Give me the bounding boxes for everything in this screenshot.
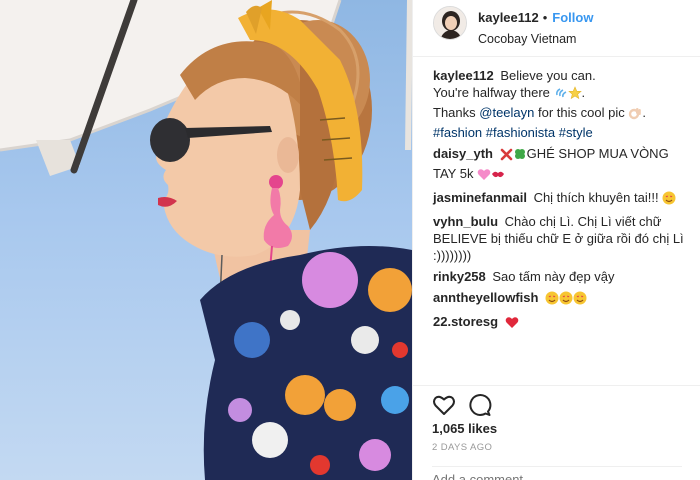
- caption-line-2: You're halfway there: [433, 85, 550, 100]
- caption-author[interactable]: kaylee112: [433, 68, 494, 83]
- comment-item: jasminefanmail Chị thích khuyên tai!!!: [433, 189, 686, 209]
- avatar[interactable]: [433, 6, 467, 40]
- caption-hashtags[interactable]: #fashion #fashionista #style: [433, 125, 593, 140]
- four-leaf-clover-icon: [513, 147, 527, 165]
- heart-eyes-face-icon: [573, 291, 587, 309]
- caption-line-1: Believe you can.: [500, 68, 596, 83]
- photo-illustration: [0, 0, 412, 480]
- likes-count[interactable]: 1,065 likes: [432, 421, 497, 436]
- comment-author[interactable]: vyhn_bulu: [433, 214, 498, 229]
- post-username[interactable]: kaylee112: [478, 10, 539, 25]
- cross-mark-icon: [500, 148, 513, 165]
- star-icon: [567, 86, 582, 104]
- comment-item: 22.storesg: [433, 313, 686, 333]
- caption: kaylee112 Believe you can. You're halfwa…: [433, 68, 646, 140]
- heart-eyes-face-icon: [545, 291, 559, 309]
- post-photo[interactable]: [0, 0, 412, 480]
- comment-item: rinky258 Sao tấm này đẹp vậy: [433, 268, 686, 285]
- follow-button[interactable]: Follow: [552, 10, 593, 25]
- comment-text: Chị thích khuyên tai!!!: [533, 190, 659, 205]
- kiss-mark-icon: [491, 168, 505, 185]
- comment-item: anntheyellowfish: [433, 289, 686, 309]
- like-heart-icon[interactable]: [432, 393, 456, 417]
- comment-author[interactable]: jasminefanmail: [433, 190, 527, 205]
- add-comment-divider: [432, 466, 682, 467]
- red-heart-icon: [505, 316, 519, 333]
- caption-thanks: Thanks: [433, 105, 476, 120]
- caption-mention[interactable]: @teelayn: [479, 105, 534, 120]
- heart-eyes-face-icon: [559, 291, 573, 309]
- comments-list: kaylee112 Believe you can. You're halfwa…: [413, 57, 700, 333]
- comment-author[interactable]: rinky258: [433, 269, 486, 284]
- comment-bubble-icon[interactable]: [468, 393, 492, 417]
- add-comment-input[interactable]: [432, 472, 672, 480]
- post-header: kaylee112 • Follow Cocobay Vietnam: [413, 0, 700, 57]
- pink-heart-icon: [477, 168, 491, 185]
- comment-author[interactable]: 22.storesg: [433, 314, 498, 329]
- actions-divider: [412, 385, 700, 386]
- comment-author[interactable]: daisy_yth: [433, 146, 493, 161]
- comment-item: vyhn_bulu Chào chị Lì. Chị Lì viết chữ B…: [433, 213, 686, 264]
- comment-item: daisy_yth GHÉ SHOP MUA VÒNG TAY 5k: [433, 145, 686, 185]
- comment-author[interactable]: anntheyellowfish: [433, 290, 538, 305]
- post-timestamp[interactable]: 2 DAYS AGO: [432, 442, 492, 453]
- splash-icon: [554, 86, 568, 104]
- ok-hand-icon: [628, 106, 642, 124]
- post-location[interactable]: Cocobay Vietnam: [478, 32, 593, 46]
- separator-dot: •: [542, 10, 548, 25]
- caption-thanks-suffix: for this cool pic: [538, 105, 625, 120]
- comment-text: Sao tấm này đẹp vậy: [492, 269, 615, 284]
- heart-eyes-face-icon: [662, 191, 676, 209]
- post-actions: [432, 393, 504, 417]
